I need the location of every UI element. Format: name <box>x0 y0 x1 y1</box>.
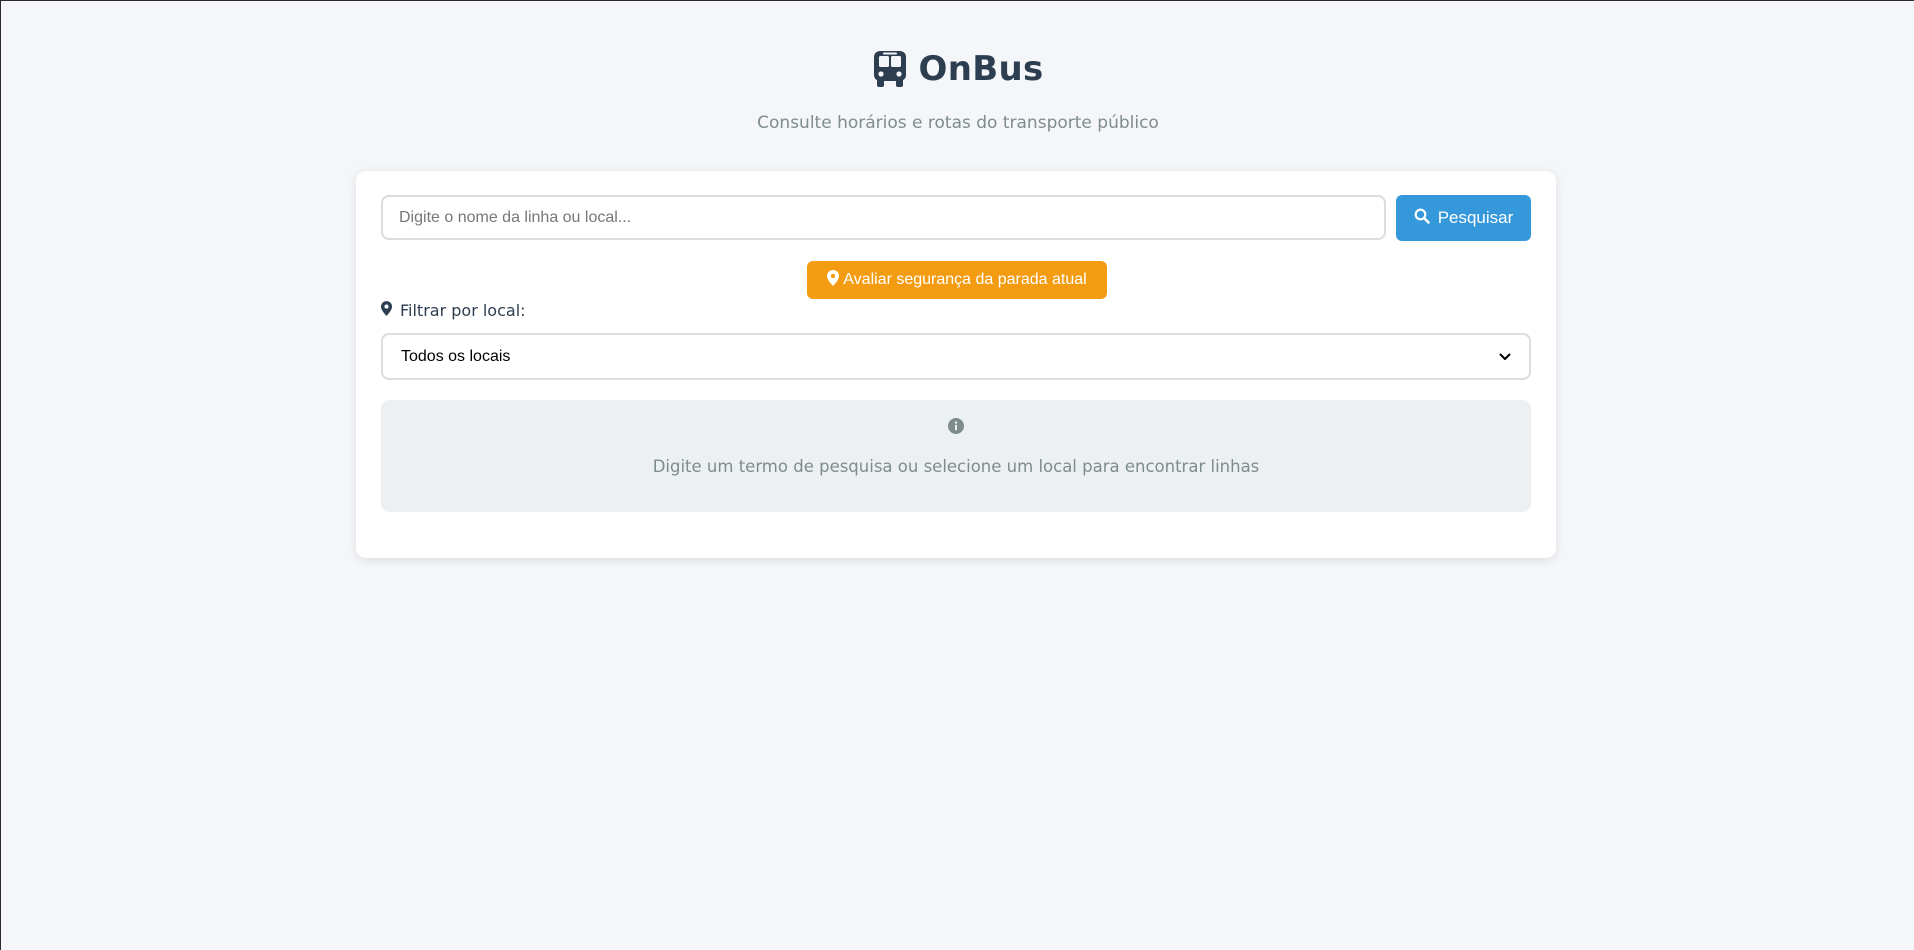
chevron-down-icon <box>1499 348 1511 366</box>
search-card: Pesquisar Avaliar segurança da parada at… <box>356 171 1556 558</box>
location-filter-select[interactable]: Todos os locais <box>381 333 1531 380</box>
map-marker-icon <box>381 301 392 320</box>
page-subtitle: Consulte horários e rotas do transporte … <box>757 113 1159 133</box>
info-icon <box>381 418 1531 434</box>
empty-state: Digite um termo de pesquisa ou selecione… <box>381 400 1531 512</box>
evaluate-safety-button[interactable]: Avaliar segurança da parada atual <box>807 261 1107 299</box>
search-icon <box>1414 208 1430 229</box>
brand: OnBus <box>1 49 1914 89</box>
map-marker-icon <box>827 269 840 291</box>
empty-state-message: Digite um termo de pesquisa ou selecione… <box>652 457 1260 476</box>
filter-label: Filtrar por local: <box>381 301 526 320</box>
filter-label-text: Filtrar por local: <box>400 301 526 320</box>
app-title: OnBus <box>918 49 1044 89</box>
bus-icon <box>873 51 907 87</box>
search-input[interactable] <box>381 195 1386 240</box>
evaluate-safety-label: Avaliar segurança da parada atual <box>843 271 1087 288</box>
search-button[interactable]: Pesquisar <box>1396 195 1531 241</box>
location-filter-value: Todos os locais <box>401 347 511 365</box>
search-button-label: Pesquisar <box>1437 208 1514 227</box>
